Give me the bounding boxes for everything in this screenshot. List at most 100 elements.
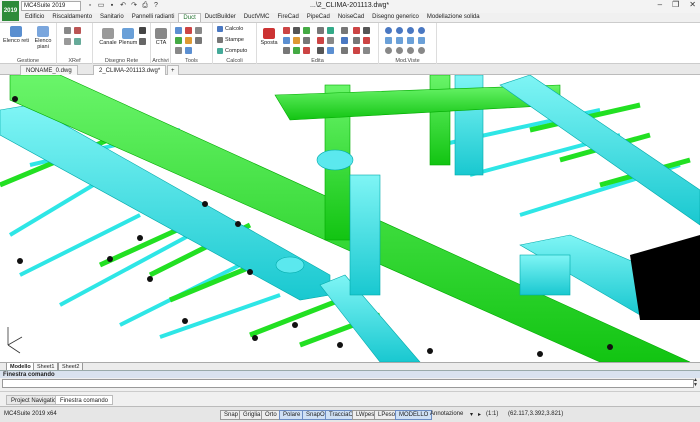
view-6-icon[interactable] xyxy=(396,37,403,44)
edit-20-icon[interactable] xyxy=(317,47,324,54)
edit-7-icon[interactable] xyxy=(353,27,360,34)
app-logo[interactable]: 2019 xyxy=(2,1,19,21)
tab-firecad[interactable]: FireCad xyxy=(273,13,302,22)
edit-10-icon[interactable] xyxy=(293,37,300,44)
cyan-box xyxy=(519,254,571,296)
window-controls: – ❐ ✕ xyxy=(658,0,696,9)
tool-f-icon[interactable] xyxy=(195,37,202,44)
edit-4-icon[interactable] xyxy=(317,27,324,34)
orto-toggle[interactable]: Orto xyxy=(261,410,281,420)
sposta-button[interactable]: Sposta xyxy=(256,28,282,46)
edit-9-icon[interactable] xyxy=(283,37,290,44)
tool-g-icon[interactable] xyxy=(175,47,182,54)
polare-toggle[interactable]: Polare xyxy=(279,410,305,420)
tab-edificio[interactable]: Edificio xyxy=(21,13,48,22)
view-5-icon[interactable] xyxy=(385,37,392,44)
tool-h-icon[interactable] xyxy=(185,47,192,54)
calcolo-button[interactable]: Calcolo xyxy=(217,26,243,32)
tab-sanitario[interactable]: Sanitario xyxy=(96,13,128,22)
edit-12-icon[interactable] xyxy=(317,37,324,44)
edit-13-icon[interactable] xyxy=(327,37,334,44)
edit-24-icon[interactable] xyxy=(363,47,370,54)
command-scroll[interactable]: ▲ ▼ xyxy=(693,378,698,388)
view-3-icon[interactable] xyxy=(407,27,414,34)
print-report-icon xyxy=(217,37,223,43)
annotation-scale-label[interactable]: Annotazione xyxy=(430,411,463,417)
restore-icon[interactable]: ❐ xyxy=(672,0,679,9)
tool-d-icon[interactable] xyxy=(175,37,182,44)
tab-ductbuilder[interactable]: DuctBuilder xyxy=(201,13,240,22)
xref-reload-icon[interactable] xyxy=(64,38,71,45)
stampe-button[interactable]: Stampe xyxy=(217,37,244,43)
view-11-icon[interactable] xyxy=(407,47,414,54)
close-icon[interactable]: ✕ xyxy=(689,0,696,9)
drawing-canvas[interactable] xyxy=(0,75,700,362)
edit-15-icon[interactable] xyxy=(353,37,360,44)
xref-attach-icon[interactable] xyxy=(64,27,71,34)
tab-duct[interactable]: Duct xyxy=(178,13,201,22)
edit-22-icon[interactable] xyxy=(341,47,348,54)
open-icon[interactable]: ▭ xyxy=(97,1,105,10)
edit-11-icon[interactable] xyxy=(303,37,310,44)
tab-modellazione-solida[interactable]: Modellazione solida xyxy=(423,13,484,22)
edit-23-icon[interactable] xyxy=(353,47,360,54)
tab-pipecad[interactable]: PipeCad xyxy=(303,13,334,22)
elenco-piani-button[interactable]: Elenco piani xyxy=(30,26,56,50)
annotation-menu-icon[interactable]: ▸ xyxy=(478,411,481,418)
save-icon[interactable]: ▪ xyxy=(108,1,116,10)
view-1-icon[interactable] xyxy=(385,27,392,34)
edit-2-icon[interactable] xyxy=(293,27,300,34)
doc-tab-noname[interactable]: NONAME_0.dwg xyxy=(20,65,78,75)
edit-8-icon[interactable] xyxy=(363,27,370,34)
view-8-icon[interactable] xyxy=(418,37,425,44)
group-calcoli: Calcolo Stampe Computo Calcoli xyxy=(213,23,257,65)
edit-14-icon[interactable] xyxy=(341,37,348,44)
view-7-icon[interactable] xyxy=(407,37,414,44)
new-icon[interactable]: ▫ xyxy=(86,1,94,10)
tab-riscaldamento[interactable]: Riscaldamento xyxy=(48,13,96,22)
edit-1-icon[interactable] xyxy=(283,27,290,34)
edit-5-icon[interactable] xyxy=(327,27,334,34)
view-12-icon[interactable] xyxy=(418,47,425,54)
tab-finestra-comando[interactable]: Finestra comando xyxy=(55,395,114,405)
tab-pannelli-radianti[interactable]: Pannelli radianti xyxy=(128,13,179,22)
annotation-dropdown-icon[interactable]: ▾ xyxy=(470,411,473,418)
xref-detach-icon[interactable] xyxy=(74,27,81,34)
tool-e-icon[interactable] xyxy=(185,37,192,44)
tool-b-icon[interactable] xyxy=(185,27,192,34)
redo-icon[interactable]: ↷ xyxy=(130,1,138,10)
tab-noisecad[interactable]: NoiseCad xyxy=(334,13,368,22)
xref-bind-icon[interactable] xyxy=(74,38,81,45)
ribbon-panel: Elenco reti Elenco piani Gestione XRef C… xyxy=(0,22,700,65)
view-2-icon[interactable] xyxy=(396,27,403,34)
edit-17-icon[interactable] xyxy=(283,47,290,54)
print-icon[interactable]: ⎙ xyxy=(141,1,149,10)
tool-a-icon[interactable] xyxy=(175,27,182,34)
tab-ductvmc[interactable]: DuctVMC xyxy=(240,13,274,22)
view-4-icon[interactable] xyxy=(418,27,425,34)
edit-21-icon[interactable] xyxy=(327,47,334,54)
view-10-icon[interactable] xyxy=(396,47,403,54)
edit-3-icon[interactable] xyxy=(303,27,310,34)
edit-18-icon[interactable] xyxy=(293,47,300,54)
edit-6-icon[interactable] xyxy=(341,27,348,34)
command-input[interactable] xyxy=(2,379,694,388)
title-bar: 2019 MC4Suite 2019 ▫ ▭ ▪ ↶ ↷ ⎙ ? ...\2_C… xyxy=(0,0,700,21)
draw-tool-2-icon[interactable] xyxy=(139,38,146,45)
view-9-icon[interactable] xyxy=(385,47,392,54)
tab-disegno-generico[interactable]: Disegno generico xyxy=(368,13,423,22)
computo-button[interactable]: Computo xyxy=(217,48,247,54)
edit-19-icon[interactable] xyxy=(303,47,310,54)
help-icon[interactable]: ? xyxy=(152,1,160,10)
undo-icon[interactable]: ↶ xyxy=(119,1,127,10)
draw-tool-icon[interactable] xyxy=(139,27,146,34)
modello-toggle[interactable]: MODELLO xyxy=(395,410,433,420)
doc-tab-clima[interactable]: 2_CLIMA-201113.dwg* xyxy=(93,65,167,75)
new-tab-button[interactable]: + xyxy=(167,65,179,75)
minimize-icon[interactable]: – xyxy=(658,0,662,9)
edit-16-icon[interactable] xyxy=(363,37,370,44)
app-selector[interactable]: MC4Suite 2019 xyxy=(21,1,81,11)
plenum-button[interactable]: Plenum xyxy=(115,28,141,46)
tool-c-icon[interactable] xyxy=(195,27,202,34)
elenco-reti-button[interactable]: Elenco reti xyxy=(3,26,29,44)
